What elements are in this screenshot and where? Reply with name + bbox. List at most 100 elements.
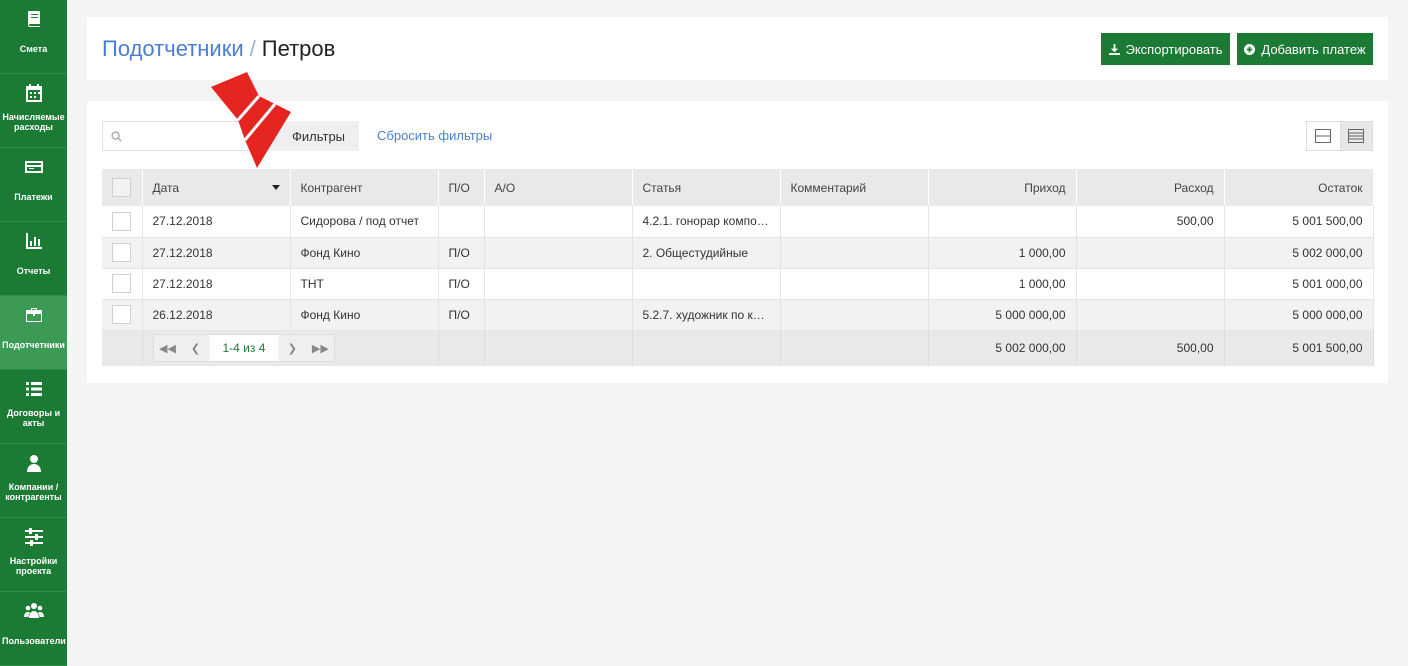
pager-info: 1-4 из 4 (222, 341, 266, 356)
row-checkbox[interactable] (112, 211, 132, 231)
sidebar-item-companies[interactable]: Компании / контрагенты (0, 444, 67, 518)
row-checkbox[interactable] (112, 274, 132, 293)
cell-date: 27.12.2018 (142, 268, 291, 300)
search-box (102, 121, 287, 151)
table-header-row: Дата Контрагент П/О А/О Статья Комментар… (102, 169, 1374, 206)
sidebar-item-label: Настройки проекта (9, 556, 58, 576)
sidebar-item-label: Пользователи (2, 636, 66, 646)
add-payment-button-label: Добавить платеж (1261, 41, 1366, 57)
sidebar-item-accountable-persons[interactable]: Подотчетники (0, 296, 67, 370)
add-payment-button[interactable]: Добавить платеж (1237, 33, 1373, 65)
credit-card-icon (0, 156, 67, 178)
cell-article: 5.2.7. художник по к… (632, 299, 781, 331)
filters-button[interactable]: Фильтры (267, 121, 359, 151)
column-header-expense[interactable]: Расход (1076, 169, 1225, 206)
row-select-cell (102, 299, 143, 331)
sidebar-item-accrued-expenses[interactable]: Начисляемые расходы (0, 74, 67, 148)
footer-empty-cell (438, 330, 485, 366)
cell-counterparty: ТНТ (290, 268, 439, 300)
cell-counterparty: Фонд Кино (290, 299, 439, 331)
cell-ao (484, 206, 633, 238)
payments-panel: Фильтры Сбросить фильтры Дата Контрагент… (87, 101, 1388, 383)
rows-list-icon (1348, 129, 1365, 143)
reset-filters-link[interactable]: Сбросить фильтры (377, 128, 492, 143)
cell-comment (780, 299, 929, 331)
cell-article: 4.2.1. гонорар компо… (632, 206, 781, 238)
view-toggle (1306, 121, 1373, 151)
pager-cell: ◀◀ ❮ 1-4 из 4 ❯ ▶▶ (142, 330, 439, 366)
sidebar-item-contracts[interactable]: Договоры и акты (0, 370, 67, 444)
sidebar-item-label: Смета (19, 44, 48, 54)
footer-empty-cell (484, 330, 633, 366)
sidebar-item-label: Компании / контрагенты (5, 482, 62, 502)
cell-income: 1 000,00 (928, 268, 1077, 300)
first-page-button[interactable]: ◀◀ (153, 335, 182, 362)
cell-income: 1 000,00 (928, 237, 1077, 269)
users-icon (0, 600, 67, 622)
cell-counterparty: Сидорова / под отчет (290, 206, 439, 238)
search-icon (111, 131, 122, 142)
cell-expense (1076, 237, 1225, 269)
bar-chart-icon (0, 230, 67, 252)
cell-ao (484, 268, 633, 300)
table-row[interactable]: 27.12.2018 Сидорова / под отчет 4.2.1. г… (102, 206, 1374, 238)
cell-counterparty: Фонд Кино (290, 237, 439, 269)
table-footer-row: ◀◀ ❮ 1-4 из 4 ❯ ▶▶ 5 002 000,00 500,00 5… (102, 330, 1374, 366)
column-header-date[interactable]: Дата (142, 169, 291, 206)
column-header-po[interactable]: П/О (438, 169, 485, 206)
column-header-ao[interactable]: А/О (484, 169, 633, 206)
table-row[interactable]: 26.12.2018 Фонд Кино П/О 5.2.7. художник… (102, 299, 1374, 331)
table-row[interactable]: 27.12.2018 ТНТ П/О 1 000,00 5 001 000,00 (102, 268, 1374, 300)
row-checkbox[interactable] (112, 305, 132, 324)
cell-balance: 5 002 000,00 (1224, 237, 1374, 269)
sidebar-item-reports[interactable]: Отчеты (0, 222, 67, 296)
breadcrumb-link-accountable-persons[interactable]: Подотчетники (102, 36, 244, 61)
sidebar-item-payments[interactable]: Платежи (0, 148, 67, 222)
cell-comment (780, 268, 929, 300)
column-header-comment[interactable]: Комментарий (780, 169, 929, 206)
column-header-label: Дата (152, 180, 180, 195)
cell-po (438, 206, 485, 238)
pager: ◀◀ ❮ 1-4 из 4 ❯ ▶▶ (152, 334, 336, 363)
column-header-balance[interactable]: Остаток (1224, 169, 1374, 206)
table-row[interactable]: 27.12.2018 Фонд Кино П/О 2. Общестудийны… (102, 237, 1374, 269)
select-all-cell (102, 169, 143, 206)
cell-balance: 5 000 000,00 (1224, 299, 1374, 331)
cell-comment (780, 206, 929, 238)
sidebar-item-users[interactable]: Пользователи (0, 592, 67, 666)
sidebar-item-smeta[interactable]: Смета (0, 0, 67, 74)
column-header-article[interactable]: Статья (632, 169, 781, 206)
view-compact-button[interactable] (1307, 122, 1340, 150)
total-expense: 500,00 (1076, 330, 1225, 366)
page-header: Подотчетники / Петров Экспортировать Добав… (87, 17, 1388, 80)
column-header-income[interactable]: Приход (928, 169, 1077, 206)
footer-empty-cell (632, 330, 781, 366)
cell-expense: 500,00 (1076, 206, 1225, 238)
footer-empty-cell (102, 330, 143, 366)
sidebar-item-project-settings[interactable]: Настройки проекта (0, 518, 67, 592)
cell-comment (780, 237, 929, 269)
sidebar-item-label: Договоры и акты (6, 408, 61, 428)
select-all-checkbox[interactable] (112, 178, 132, 197)
export-button-label: Экспортировать (1125, 41, 1223, 57)
briefcase-icon (0, 304, 67, 326)
sidebar-item-label: Платежи (14, 192, 53, 202)
cell-date: 27.12.2018 (142, 237, 291, 269)
cell-date: 27.12.2018 (142, 206, 291, 238)
next-page-button[interactable]: ❯ (278, 335, 307, 362)
column-header-counterparty[interactable]: Контрагент (290, 169, 439, 206)
sliders-icon (0, 526, 67, 548)
cell-article (632, 268, 781, 300)
row-checkbox[interactable] (112, 243, 132, 262)
total-income: 5 002 000,00 (928, 330, 1077, 366)
prev-page-button[interactable]: ❮ (181, 335, 210, 362)
cell-balance: 5 001 500,00 (1224, 206, 1374, 238)
calendar-icon (0, 82, 67, 104)
last-page-button[interactable]: ▶▶ (306, 335, 335, 362)
view-list-button[interactable] (1339, 122, 1372, 150)
user-icon (0, 452, 67, 474)
cell-po: П/О (438, 299, 485, 331)
search-input[interactable] (127, 122, 282, 150)
cell-ao (484, 299, 633, 331)
export-button[interactable]: Экспортировать (1101, 33, 1230, 65)
